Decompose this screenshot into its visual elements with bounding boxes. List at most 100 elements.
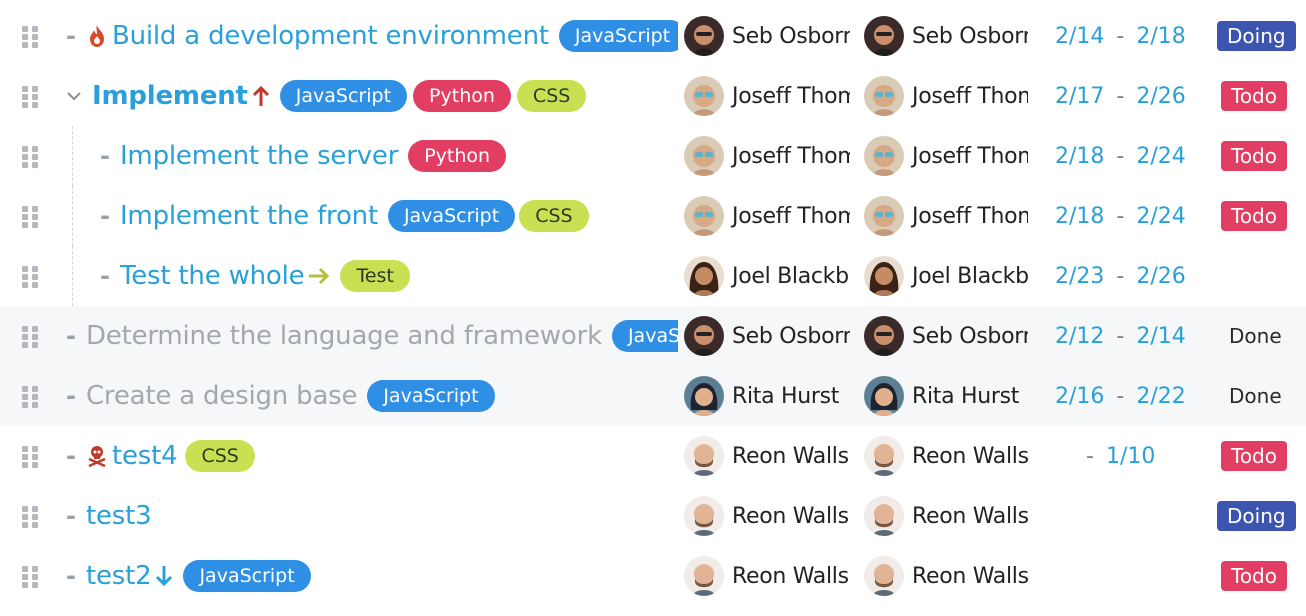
skull-crossbones-icon	[86, 445, 108, 467]
task-row[interactable]: - test4 CSS Reon Walls Reon Walls -1/10 …	[0, 426, 1306, 486]
task-row[interactable]: - Determine the language and framework J…	[0, 306, 1306, 366]
reviewer[interactable]: Joel Blackbu	[864, 246, 1028, 306]
task-title[interactable]: Implement the front	[120, 203, 378, 229]
avatar	[684, 196, 724, 236]
assignee-name: Joel Blackbu	[732, 263, 850, 289]
task-row[interactable]: - test2 JavaScript Reon Walls Reon Walls…	[0, 546, 1306, 606]
reviewer[interactable]: Joseff Thom	[864, 186, 1028, 246]
status-badge[interactable]: Todo	[1221, 441, 1287, 471]
date-range[interactable]: 2/18-2/24	[1055, 126, 1186, 186]
status-badge[interactable]: Doing	[1217, 501, 1296, 531]
task-row[interactable]: - Implement the server Python Joseff Tho…	[0, 126, 1306, 186]
start-date: 2/14	[1055, 23, 1105, 49]
date-range[interactable]: 2/17-2/26	[1055, 66, 1186, 126]
reviewer[interactable]: Reon Walls	[864, 486, 1028, 546]
task-row[interactable]: Implement JavaScript Python CSS Joseff T…	[0, 66, 1306, 126]
avatar	[684, 376, 724, 416]
drag-handle-icon[interactable]	[22, 146, 40, 168]
drag-handle-icon[interactable]	[22, 26, 40, 48]
tag-css: CSS	[519, 200, 589, 232]
avatar	[684, 136, 724, 176]
chevron-down-icon[interactable]	[66, 88, 82, 104]
avatar	[864, 316, 904, 356]
task-title[interactable]: test3	[86, 503, 152, 529]
arrow-right-icon	[308, 267, 330, 285]
avatar	[864, 496, 904, 536]
status-badge[interactable]: Done	[1219, 321, 1292, 351]
tree-dash: -	[100, 202, 110, 230]
reviewer[interactable]: Seb Osborn	[864, 306, 1028, 366]
task-title[interactable]: Determine the language and framework	[86, 323, 602, 349]
drag-handle-icon[interactable]	[22, 326, 40, 348]
drag-handle-icon[interactable]	[22, 86, 40, 108]
avatar	[864, 376, 904, 416]
task-row[interactable]: - test3 Reon Walls Reon Walls Doing	[0, 486, 1306, 546]
reviewer[interactable]: Rita Hurst	[864, 366, 1028, 426]
end-date: 2/26	[1136, 263, 1186, 289]
drag-handle-icon[interactable]	[22, 206, 40, 228]
assignee[interactable]: Reon Walls	[684, 426, 850, 486]
assignee[interactable]: Reon Walls	[684, 546, 850, 606]
task-row[interactable]: - Build a development environment JavaSc…	[0, 6, 1306, 66]
task-title[interactable]: test4	[112, 443, 178, 469]
reviewer-name: Rita Hurst	[912, 383, 1020, 409]
drag-handle-icon[interactable]	[22, 266, 40, 288]
reviewer[interactable]: Reon Walls	[864, 426, 1028, 486]
date-range[interactable]: 2/16-2/22	[1055, 366, 1186, 426]
task-title[interactable]: Implement	[92, 83, 248, 109]
task-title[interactable]: test2	[86, 563, 152, 589]
task-title[interactable]: Test the whole	[120, 263, 305, 289]
task-row[interactable]: - Implement the front JavaScript CSS Jos…	[0, 186, 1306, 246]
task-title[interactable]: Implement the server	[120, 143, 398, 169]
drag-handle-icon[interactable]	[22, 446, 40, 468]
status-badge[interactable]: Todo	[1221, 561, 1287, 591]
avatar	[864, 136, 904, 176]
assignee[interactable]: Joseff Thom	[684, 66, 850, 126]
assignee[interactable]: Joseff Thom	[684, 186, 850, 246]
start-date: 2/23	[1055, 263, 1105, 289]
avatar	[684, 16, 724, 56]
date-range[interactable]: -1/10	[1086, 426, 1155, 486]
drag-handle-icon[interactable]	[22, 386, 40, 408]
reviewer[interactable]: Reon Walls	[864, 546, 1028, 606]
tag-javascript: JavaScript	[279, 80, 408, 112]
assignee-name: Joseff Thom	[732, 143, 850, 169]
status-badge[interactable]: Done	[1219, 381, 1292, 411]
date-range[interactable]: 2/18-2/24	[1055, 186, 1186, 246]
tag-python: Python	[413, 80, 511, 112]
assignee[interactable]: Reon Walls	[684, 486, 850, 546]
assignee[interactable]: Seb Osborn	[684, 6, 850, 66]
task-row[interactable]: - Test the whole Test Joel Blackbu Joel …	[0, 246, 1306, 306]
tag-javascript: JavaScript	[558, 20, 678, 52]
tag-test: Test	[340, 260, 410, 292]
status-badge[interactable]: Todo	[1221, 201, 1287, 231]
start-date: 2/17	[1055, 83, 1105, 109]
reviewer[interactable]: Joseff Thom	[864, 126, 1028, 186]
tree-guide	[72, 186, 73, 246]
drag-handle-icon[interactable]	[22, 566, 40, 588]
reviewer[interactable]: Seb Osborn	[864, 6, 1028, 66]
status-badge[interactable]: Doing	[1217, 21, 1296, 51]
date-range[interactable]: 2/12-2/14	[1055, 306, 1186, 366]
end-date: 2/18	[1136, 23, 1186, 49]
task-row[interactable]: - Create a design base JavaScript Rita H…	[0, 366, 1306, 426]
tree-dash: -	[66, 442, 76, 470]
date-range[interactable]: 2/14-2/18	[1055, 6, 1186, 66]
tag-javascript: JavaScript	[387, 200, 516, 232]
task-list: - Build a development environment JavaSc…	[0, 0, 1306, 616]
assignee-name: Reon Walls	[732, 443, 849, 469]
assignee[interactable]: Rita Hurst	[684, 366, 850, 426]
avatar	[864, 256, 904, 296]
task-title[interactable]: Create a design base	[86, 383, 358, 409]
assignee[interactable]: Joseff Thom	[684, 126, 850, 186]
reviewer[interactable]: Joseff Thom	[864, 66, 1028, 126]
status-badge[interactable]: Todo	[1221, 141, 1287, 171]
date-range[interactable]: 2/23-2/26	[1055, 246, 1186, 306]
status-badge[interactable]: Todo	[1221, 81, 1287, 111]
drag-handle-icon[interactable]	[22, 506, 40, 528]
assignee[interactable]: Seb Osborn	[684, 306, 850, 366]
task-title[interactable]: Build a development environment	[112, 23, 549, 49]
assignee[interactable]: Joel Blackbu	[684, 246, 850, 306]
arrow-up-icon	[252, 85, 270, 107]
reviewer-name: Reon Walls	[912, 503, 1028, 529]
